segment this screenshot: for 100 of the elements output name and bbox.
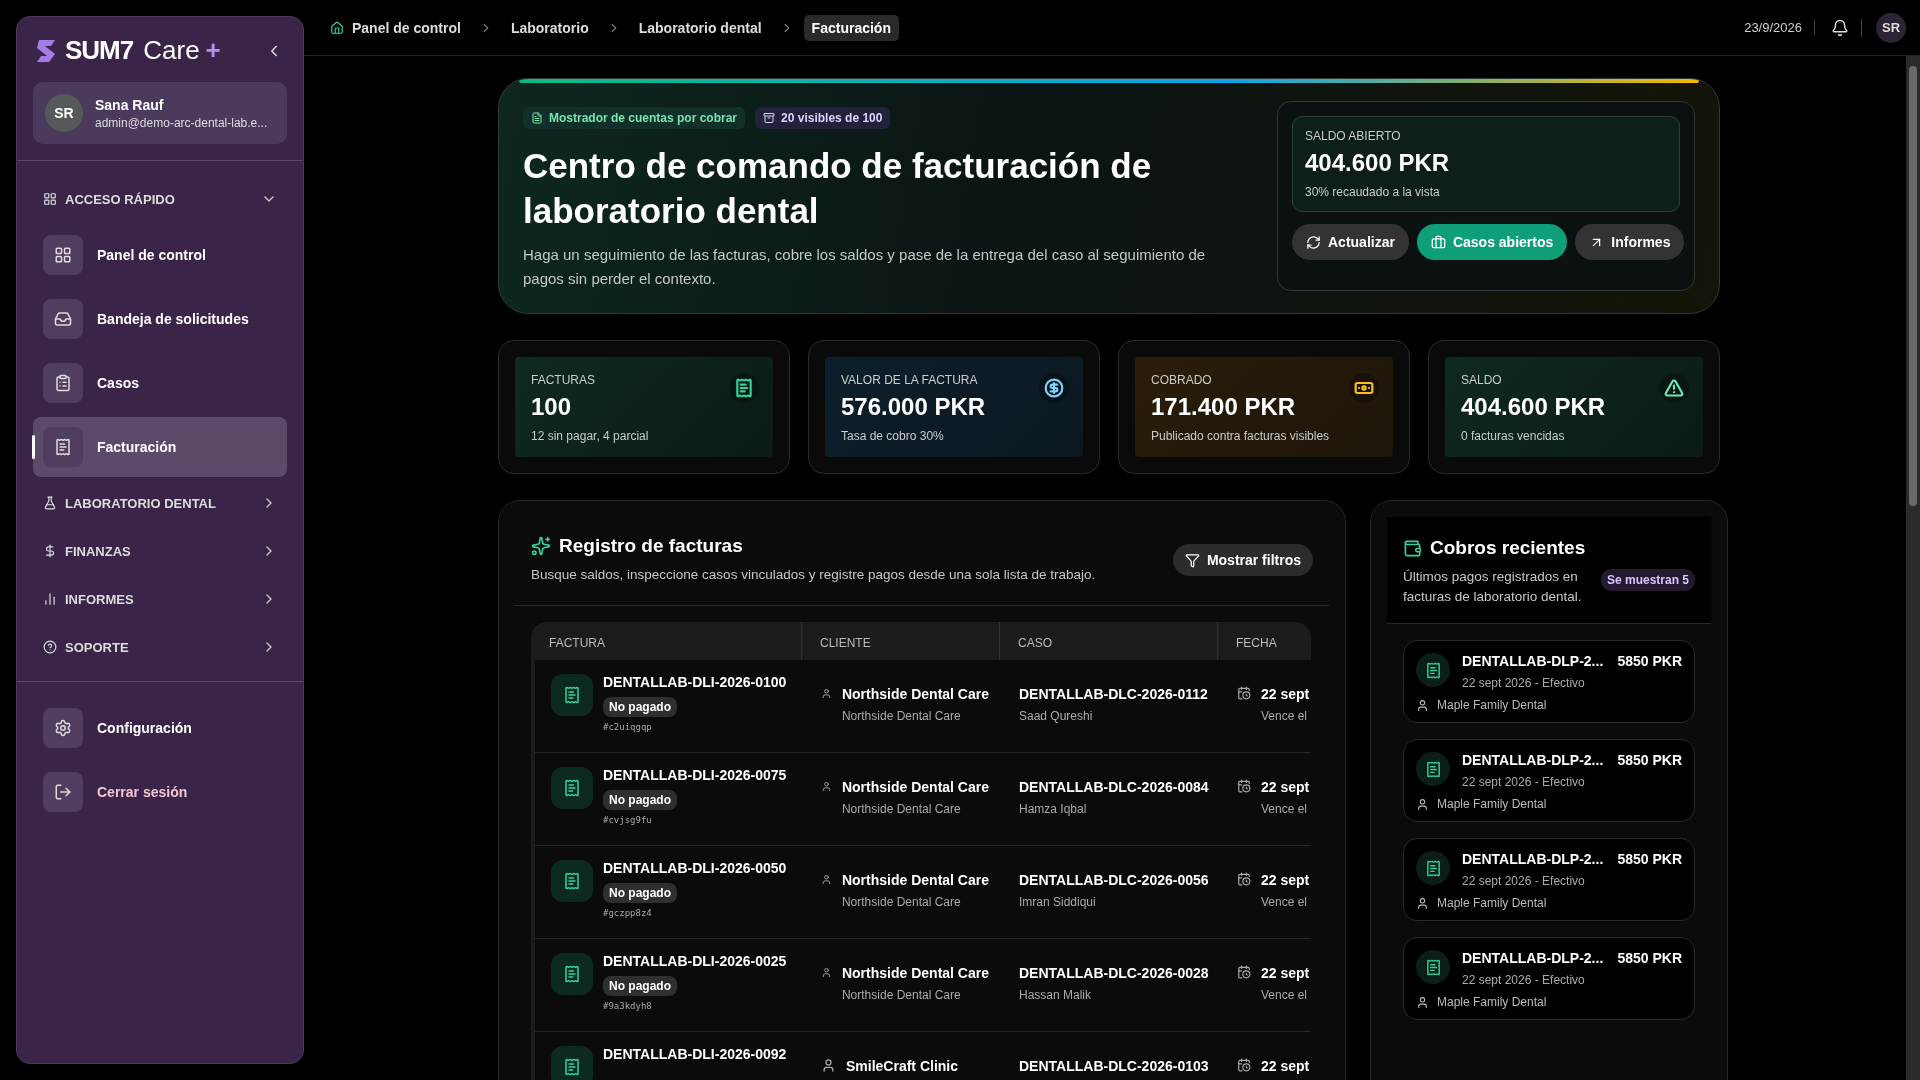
- nav-group[interactable]: ACCESO RÁPIDO: [33, 175, 287, 223]
- user-icon: [1416, 797, 1429, 811]
- stat-note: 12 sin pagar, 4 parcial: [531, 429, 650, 443]
- case-number[interactable]: DENTALLAB-DLC-2026-0056: [1019, 872, 1209, 888]
- user-avatar[interactable]: SR: [1876, 12, 1906, 43]
- payment-card[interactable]: DENTALLAB-DLP-2... 5850 PKR 22 sept 2026 - Efectivo Maple Family Dental: [1403, 739, 1695, 822]
- group-icon: [43, 496, 57, 510]
- payment-reference: DENTALLAB-DLP-2...: [1462, 851, 1604, 867]
- briefcase-icon: [1430, 234, 1446, 250]
- user-email: admin@demo-arc-dental-lab.e...: [95, 115, 268, 130]
- invoice-code: #9a3kdyh8: [603, 1001, 653, 1011]
- logo-brand: SUM7: [65, 35, 134, 66]
- payment-client: Maple Family Dental: [1437, 995, 1547, 1009]
- filter-button[interactable]: Mostrar filtros: [1172, 544, 1313, 576]
- panel-description: Últimos pagos registrados en facturas de laboratorio dental.: [1403, 568, 1583, 606]
- breadcrumb[interactable]: Facturación: [803, 14, 899, 41]
- user-icon: [1416, 698, 1429, 712]
- payment-amount: 5850 PKR: [1617, 752, 1682, 768]
- balance-label: SALDO ABIERTO: [1305, 129, 1402, 143]
- stat-value: 100: [531, 393, 573, 421]
- receipt-icon: [1416, 653, 1450, 687]
- case-number[interactable]: DENTALLAB-DLC-2026-0112: [1019, 686, 1208, 702]
- payment-card[interactable]: DENTALLAB-DLP-2... 5850 PKR 22 sept 2026 - Efectivo Maple Family Dental: [1403, 838, 1695, 921]
- balance-note: 30% recaudado a la vista: [1305, 185, 1441, 199]
- nav-group[interactable]: FINANZAS: [33, 527, 287, 575]
- logout-icon: [43, 772, 83, 812]
- payment-client: Maple Family Dental: [1437, 698, 1547, 712]
- filter-icon: [1184, 552, 1200, 568]
- logo-product: Care: [143, 35, 200, 66]
- invoice-code: #c2uiqgqp: [603, 722, 653, 732]
- invoice-code: #cvjsg9fu: [603, 815, 653, 825]
- invoice-number[interactable]: DENTALLAB-DLI-2026-0075: [603, 767, 787, 783]
- receipt-icon: [1416, 851, 1450, 885]
- status-badge: No pagado: [603, 883, 677, 903]
- user-card[interactable]: SR Sana Rauf admin@demo-arc-dental-lab.e...: [33, 82, 287, 144]
- group-icon: [43, 544, 57, 558]
- client-subtitle: Northside Dental Care: [841, 895, 962, 909]
- scrollbar[interactable]: [1906, 56, 1920, 1080]
- case-number[interactable]: DENTALLAB-DLC-2026-0084: [1019, 779, 1209, 795]
- logout-item[interactable]: Cerrar sesión: [33, 762, 287, 822]
- hero-title: Centro de comando de facturación de laboratorio dental: [523, 145, 1153, 232]
- user-name: Sana Rauf: [95, 96, 165, 113]
- user-icon: [821, 965, 832, 980]
- panel-title: Registro de facturas: [559, 535, 743, 557]
- hero-tag: 20 visibles de 100: [755, 107, 891, 129]
- invoice-date: 22 sept: [1261, 779, 1310, 795]
- case-number[interactable]: DENTALLAB-DLC-2026-0028: [1019, 965, 1209, 981]
- group-icon: [43, 640, 57, 654]
- refresh-icon: [1306, 234, 1321, 250]
- payment-meta: 22 sept 2026 - Efectivo: [1462, 775, 1586, 789]
- panel-description: Busque saldos, inspeccione casos vinculados y registre pagos desde una sola lista de trabajo.: [531, 566, 1096, 584]
- payment-reference: DENTALLAB-DLP-2...: [1462, 950, 1604, 966]
- action-button[interactable]: Actualizar: [1292, 224, 1409, 260]
- hero-tag: Mostrador de cuentas por cobrar: [523, 107, 746, 129]
- invoice-number[interactable]: DENTALLAB-DLI-2026-0050: [603, 860, 787, 876]
- receipt-icon: [1416, 752, 1450, 786]
- nav-item[interactable]: Panel de control: [33, 225, 287, 285]
- breadcrumb[interactable]: Panel de control: [322, 14, 469, 41]
- date-text: 23/9/2026: [1744, 20, 1815, 35]
- stat-note: 0 facturas vencidas: [1461, 429, 1566, 443]
- stat-label: FACTURAS: [531, 373, 596, 387]
- nav-item[interactable]: Facturación: [33, 417, 287, 477]
- nav-group[interactable]: LABORATORIO DENTAL: [33, 479, 287, 527]
- case-number[interactable]: DENTALLAB-DLC-2026-0103: [1019, 1058, 1209, 1074]
- stat-label: VALOR DE LA FACTURA: [841, 373, 979, 387]
- balance-value: 404.600 PKR: [1305, 149, 1451, 177]
- due-text: Vence el: [1261, 988, 1309, 1002]
- user-icon: [1416, 896, 1429, 910]
- invoice-code: #gczpp8z4: [603, 908, 653, 918]
- nav-group[interactable]: SOPORTE: [33, 623, 287, 671]
- invoice-number[interactable]: DENTALLAB-DLI-2026-0100: [603, 674, 787, 690]
- payment-card[interactable]: DENTALLAB-DLP-2... 5850 PKR 22 sept 2026 - Efectivo Maple Family Dental: [1403, 937, 1695, 1020]
- stat-value: 171.400 PKR: [1151, 393, 1297, 421]
- payment-amount: 5850 PKR: [1617, 653, 1682, 669]
- breadcrumb[interactable]: Laboratorio dental: [630, 14, 770, 41]
- calendar-icon: [1237, 872, 1251, 886]
- group-icon: [43, 592, 57, 606]
- breadcrumb[interactable]: Laboratorio: [502, 14, 597, 41]
- nav-item[interactable]: Casos: [33, 353, 287, 413]
- payment-client: Maple Family Dental: [1437, 797, 1547, 811]
- client-name: Northside Dental Care: [841, 872, 989, 888]
- payment-card[interactable]: DENTALLAB-DLP-2... 5850 PKR 22 sept 2026 - Efectivo Maple Family Dental: [1403, 640, 1695, 723]
- user-icon: [821, 872, 832, 887]
- invoice-number[interactable]: DENTALLAB-DLI-2026-0092: [603, 1046, 787, 1062]
- stat-note: Publicado contra facturas visibles: [1151, 429, 1331, 443]
- nav-item[interactable]: Configuración: [33, 698, 287, 758]
- patient-name: Hamza Iqbal: [1019, 802, 1088, 816]
- action-button[interactable]: Informes: [1575, 224, 1685, 260]
- nav-icon: [43, 427, 83, 467]
- invoice-number[interactable]: DENTALLAB-DLI-2026-0025: [603, 953, 787, 969]
- invoice-date: 22 sept: [1261, 965, 1310, 981]
- status-badge: No pagado: [603, 976, 677, 996]
- patient-name: Hassan Malik: [1019, 988, 1093, 1002]
- invoice-date: 22 sept: [1261, 1058, 1310, 1074]
- payment-client: Maple Family Dental: [1437, 896, 1547, 910]
- calendar-icon: [1237, 965, 1251, 979]
- nav-item[interactable]: Bandeja de solicitudes: [33, 289, 287, 349]
- stat-value: 576.000 PKR: [841, 393, 987, 421]
- scrollbar-thumb[interactable]: [1909, 66, 1917, 506]
- nav-group[interactable]: INFORMES: [33, 575, 287, 623]
